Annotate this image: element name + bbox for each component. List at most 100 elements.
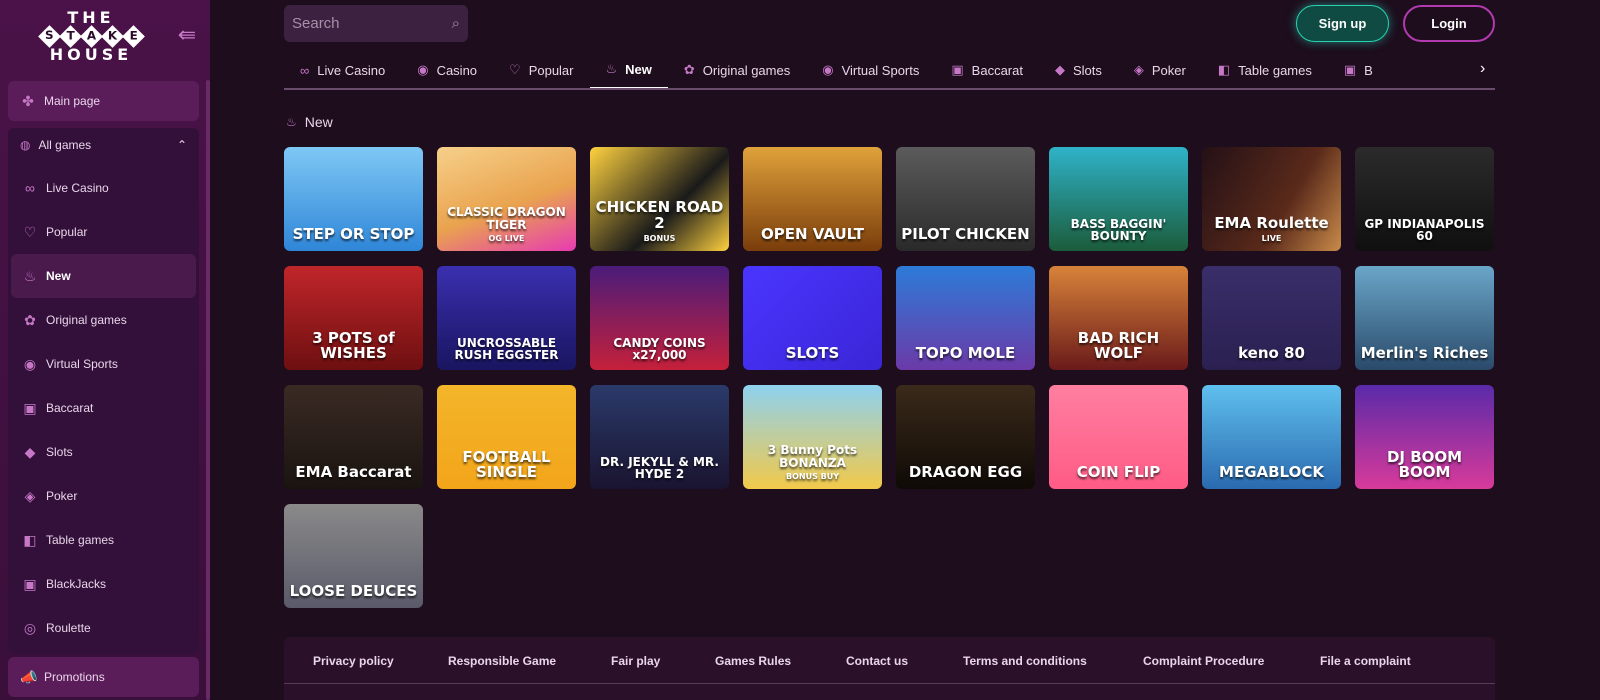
- sidebar-item-label: Original games: [46, 313, 127, 327]
- globe-icon: ◍: [20, 138, 31, 152]
- all-games-toggle[interactable]: ◍ All games ⌃: [8, 128, 199, 162]
- megaphone-icon: 📣: [20, 669, 38, 685]
- game-title: EMA Baccarat: [295, 463, 412, 482]
- tab-label: Virtual Sports: [841, 62, 920, 78]
- game-title: LOOSE DEUCES: [289, 582, 418, 601]
- table-icon: ◧: [23, 532, 37, 548]
- tab-new[interactable]: ♨ New: [589, 52, 668, 88]
- tab-label: Baccarat: [971, 62, 1023, 78]
- footer-link-privacy[interactable]: Privacy policy: [313, 654, 394, 668]
- sidebar-main-page-label: Main page: [44, 94, 101, 108]
- heart-icon: ♡: [509, 62, 521, 77]
- footer-link-file-complaint[interactable]: File a complaint: [1320, 654, 1411, 668]
- tab-b[interactable]: ▣ B: [1328, 52, 1389, 88]
- search-input[interactable]: [292, 15, 432, 32]
- game-tile[interactable]: EMA Roulette LIVE: [1202, 147, 1341, 251]
- game-title: DRAGON EGG: [908, 463, 1023, 482]
- tab-label: Popular: [528, 62, 574, 78]
- game-tile[interactable]: DRAGON EGG: [896, 385, 1035, 489]
- chevron-up-icon: ⌃: [176, 138, 187, 152]
- game-title: keno 80: [1238, 344, 1305, 363]
- cards-icon: ▣: [23, 400, 37, 416]
- game-tile[interactable]: BAD RICH WOLF: [1049, 266, 1188, 370]
- game-title: BASS BAGGIN' BOUNTY: [1070, 216, 1167, 244]
- sidebar-promotions[interactable]: 📣 Promotions: [8, 657, 199, 697]
- pinwheel-icon: ✤: [22, 93, 34, 109]
- footer-link-contact[interactable]: Contact us: [846, 654, 908, 668]
- sidebar-item-popular[interactable]: ♡ Popular: [8, 210, 199, 254]
- game-tile[interactable]: SLOTS: [743, 266, 882, 370]
- sidebar-item-virtual-sports[interactable]: ◉ Virtual Sports: [8, 342, 199, 386]
- sidebar-item-roulette[interactable]: ◎ Roulette: [8, 606, 199, 650]
- sidebar-scrollbar[interactable]: [206, 80, 210, 700]
- tab-poker[interactable]: ◈ Poker: [1118, 52, 1202, 88]
- tab-casino[interactable]: ◉ Casino: [401, 52, 493, 88]
- tab-virtual-sports[interactable]: ◉ Virtual Sports: [806, 52, 935, 88]
- logo[interactable]: THE S T A K E HOUSE: [16, 8, 166, 64]
- sidebar-item-live-casino[interactable]: ∞ Live Casino: [8, 166, 199, 210]
- footer-link-fair-play[interactable]: Fair play: [611, 654, 660, 668]
- game-tile[interactable]: 3 Bunny Pots BONANZA BONUS BUY: [743, 385, 882, 489]
- tab-table-games[interactable]: ◧ Table games: [1202, 52, 1328, 88]
- game-tile[interactable]: DR. JEKYLL & MR. HYDE 2: [590, 385, 729, 489]
- signup-button[interactable]: Sign up: [1296, 5, 1389, 42]
- game-tile[interactable]: CHICKEN ROAD 2 BONUS: [590, 147, 729, 251]
- gem-icon: ◆: [24, 444, 36, 460]
- sidebar-item-table-games[interactable]: ◧ Table games: [8, 518, 199, 562]
- sidebar-item-poker[interactable]: ◈ Poker: [8, 474, 199, 518]
- sidebar-item-new[interactable]: ♨ New: [11, 254, 196, 298]
- game-tile[interactable]: BASS BAGGIN' BOUNTY: [1049, 147, 1188, 251]
- link-icon: ∞: [25, 180, 35, 196]
- game-tile[interactable]: EMA Baccarat: [284, 385, 423, 489]
- game-subtitle: OG LIVE: [488, 233, 525, 243]
- cards-icon: ▣: [23, 576, 37, 592]
- game-tile[interactable]: DJ BOOM BOOM: [1355, 385, 1494, 489]
- game-tile[interactable]: LOOSE DEUCES: [284, 504, 423, 608]
- game-subtitle: BONUS BUY: [785, 471, 840, 481]
- game-tile[interactable]: MEGABLOCK: [1202, 385, 1341, 489]
- game-tile[interactable]: GP INDIANAPOLIS 60: [1355, 147, 1494, 251]
- sidebar-item-label: Poker: [46, 489, 78, 503]
- game-tile[interactable]: FOOTBALL SINGLE: [437, 385, 576, 489]
- tab-original-games[interactable]: ✿ Original games: [668, 52, 806, 88]
- game-tile[interactable]: CANDY COINS x27,000: [590, 266, 729, 370]
- sidebar: THE S T A K E HOUSE ⇚ ✤ Main page ◍ All …: [0, 0, 210, 700]
- search-bar[interactable]: ⌕: [284, 5, 468, 42]
- game-subtitle: LIVE: [1261, 233, 1282, 243]
- sidebar-main-page[interactable]: ✤ Main page: [8, 81, 199, 121]
- login-button[interactable]: Login: [1403, 5, 1495, 42]
- game-tile[interactable]: TOPO MOLE: [896, 266, 1035, 370]
- collapse-sidebar-icon[interactable]: ⇚: [172, 24, 202, 46]
- game-tile[interactable]: COIN FLIP: [1049, 385, 1188, 489]
- tab-slots[interactable]: ◆ Slots: [1039, 52, 1118, 88]
- footer-link-responsible[interactable]: Responsible Game: [448, 654, 556, 668]
- game-tile[interactable]: Merlin's Riches: [1355, 266, 1494, 370]
- footer-link-games-rules[interactable]: Games Rules: [715, 654, 791, 668]
- footer-link-terms[interactable]: Terms and conditions: [963, 654, 1087, 668]
- game-title: MEGABLOCK: [1219, 463, 1324, 482]
- sidebar-item-baccarat[interactable]: ▣ Baccarat: [8, 386, 199, 430]
- sidebar-item-original-games[interactable]: ✿ Original games: [8, 298, 199, 342]
- game-tile[interactable]: 3 POTS of WISHES: [284, 266, 423, 370]
- footer-link-complaint-procedure[interactable]: Complaint Procedure: [1143, 654, 1264, 668]
- tabs-next-chevron-icon[interactable]: ›: [1480, 60, 1485, 78]
- game-title: PILOT CHICKEN: [901, 225, 1030, 244]
- game-tile[interactable]: UNCROSSABLE RUSH EGGSTER: [437, 266, 576, 370]
- flame-icon: ♨: [23, 268, 37, 284]
- footer: Privacy policy Responsible Game Fair pla…: [284, 637, 1495, 700]
- game-tile[interactable]: STEP OR STOP: [284, 147, 423, 251]
- game-title: DJ BOOM BOOM: [1386, 447, 1463, 482]
- game-tile[interactable]: OPEN VAULT: [743, 147, 882, 251]
- game-tile[interactable]: PILOT CHICKEN: [896, 147, 1035, 251]
- game-tile[interactable]: CLASSIC DRAGON TIGER OG LIVE: [437, 147, 576, 251]
- tab-popular[interactable]: ♡ Popular: [493, 52, 589, 88]
- sidebar-item-slots[interactable]: ◆ Slots: [8, 430, 199, 474]
- search-icon[interactable]: ⌕: [452, 15, 460, 32]
- tab-label: Original games: [702, 62, 791, 78]
- sidebar-item-blackjacks[interactable]: ▣ BlackJacks: [8, 562, 199, 606]
- link-icon: ∞: [300, 62, 310, 78]
- game-tile[interactable]: keno 80: [1202, 266, 1341, 370]
- tab-live-casino[interactable]: ∞ Live Casino: [284, 52, 401, 88]
- tab-label: Slots: [1072, 62, 1102, 78]
- tab-baccarat[interactable]: ▣ Baccarat: [935, 52, 1039, 88]
